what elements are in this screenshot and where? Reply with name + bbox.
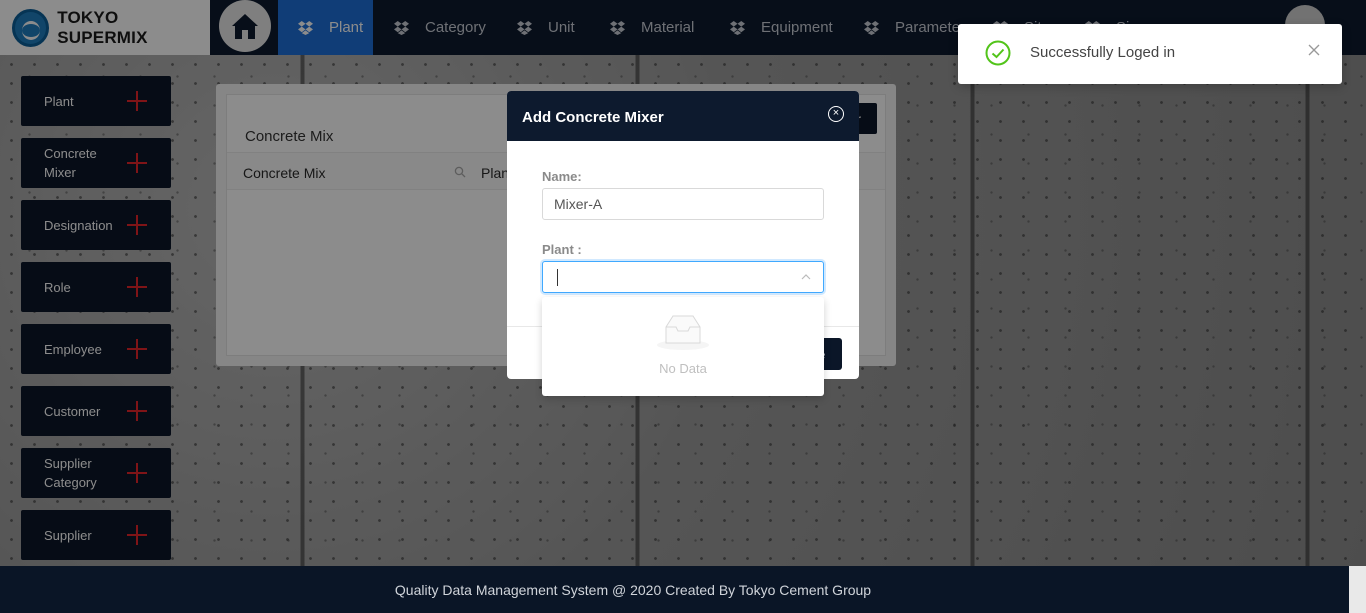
modal-title: Add Concrete Mixer: [522, 109, 664, 126]
close-icon[interactable]: ×: [828, 106, 844, 122]
plant-label: Plant :: [542, 242, 582, 257]
plant-dropdown: No Data: [542, 297, 824, 396]
modal-header: Add Concrete Mixer ×: [507, 91, 859, 141]
success-toast: Successfully Loged in: [958, 24, 1342, 84]
scrollbar-track[interactable]: [1349, 566, 1366, 613]
chevron-up-icon[interactable]: [801, 272, 811, 282]
text-cursor: [557, 269, 558, 286]
check-circle-icon: [985, 40, 1011, 66]
name-input-value: Mixer-A: [554, 196, 603, 212]
name-label: Name:: [542, 169, 582, 184]
footer-text: Quality Data Management System @ 2020 Cr…: [394, 581, 872, 598]
close-icon[interactable]: [1307, 43, 1321, 57]
empty-inbox-icon: [657, 315, 709, 350]
footer: Quality Data Management System @ 2020 Cr…: [0, 566, 1366, 613]
plant-select[interactable]: [542, 261, 824, 293]
no-data-text: No Data: [659, 361, 707, 376]
toast-message: Successfully Loged in: [1030, 44, 1176, 61]
name-input[interactable]: Mixer-A: [542, 188, 824, 220]
